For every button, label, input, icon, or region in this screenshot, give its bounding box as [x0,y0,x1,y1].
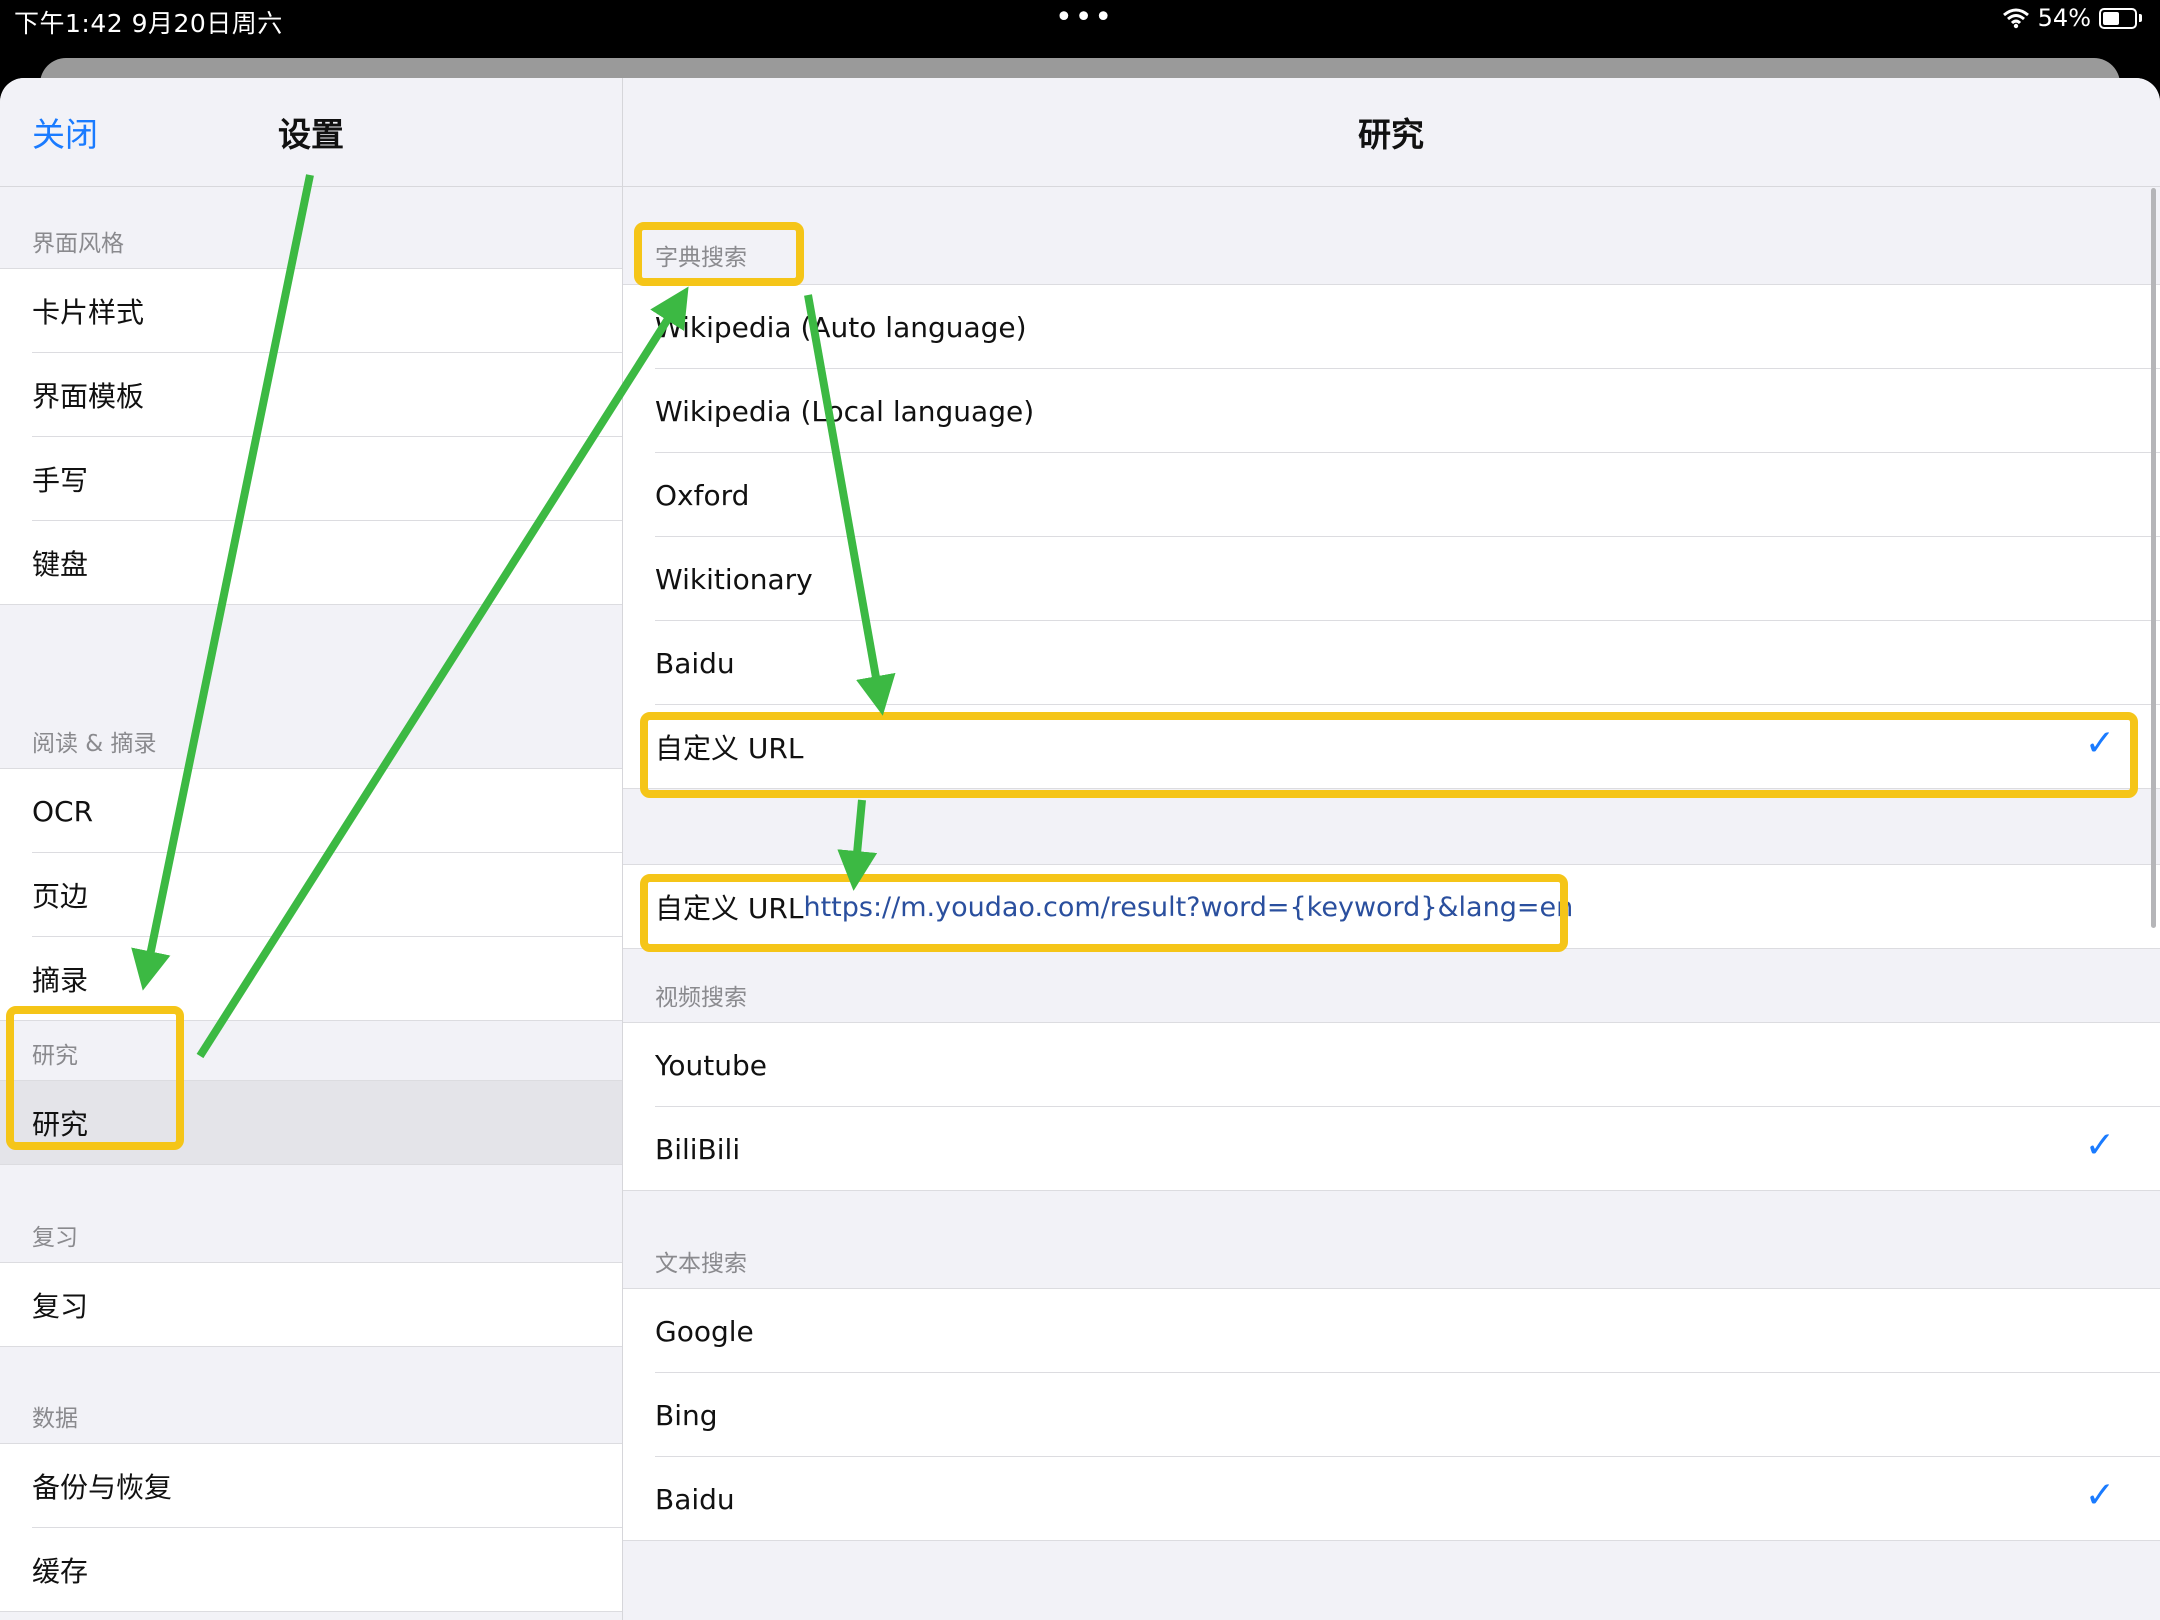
option-label: Wikipedia (Local language) [655,394,1035,428]
status-time-date: 下午1:42 9月20日周六 [14,9,283,38]
sidebar-item-cache[interactable]: 缓存 [0,1528,622,1612]
option-label: Baidu [655,646,735,680]
section-text-search: 文本搜索 Google Bing Baidu ✓ [623,1228,2160,1541]
sidebar-item-backup-restore[interactable]: 备份与恢复 [0,1444,622,1528]
sidebar-item-label: 摘录 [32,964,89,997]
option-label: Youtube [655,1048,767,1082]
sidebar-item-label: 页边 [32,880,89,913]
dictionary-option-wikitionary[interactable]: Wikitionary [623,537,2160,621]
wifi-icon [2002,8,2029,29]
option-label: Oxford [655,478,750,512]
sidebar-item-label: OCR [32,794,94,828]
highlight-custom-url-option [640,712,2138,798]
section-dictionary-search: 字典搜索 Wikipedia (Auto language) Wikipedia… [623,226,2160,789]
sidebar-item-handwriting[interactable]: 手写 [0,437,622,521]
sidebar-title: 设置 [278,115,344,154]
status-right: 54% [2002,4,2142,32]
option-label: Baidu [655,1482,735,1516]
section-interface-style: 界面风格 卡片样式 界面模板 手写 键盘 [0,208,622,605]
text-option-baidu[interactable]: Baidu ✓ [623,1457,2160,1541]
battery-tip [2139,14,2142,22]
sidebar-item-keyboard[interactable]: 键盘 [0,521,622,605]
section-header: 文本搜索 [655,1251,747,1277]
section-header: 阅读 & 摘录 [32,731,157,757]
dictionary-option-oxford[interactable]: Oxford [623,453,2160,537]
close-button[interactable]: 关闭 [32,108,98,156]
section-header: 数据 [32,1406,78,1432]
option-label: Bing [655,1398,718,1432]
sidebar-item-label: 缓存 [32,1555,89,1588]
battery-icon [2099,7,2137,29]
sidebar-item-label: 复习 [32,1290,89,1323]
section-data: 数据 备份与恢复 缓存 [0,1383,622,1612]
option-label: Google [655,1314,754,1348]
sidebar-item-label: 手写 [32,464,89,497]
sidebar-item-review[interactable]: 复习 [0,1263,622,1347]
highlight-research-sidebar [6,1006,184,1150]
sidebar-item-card-style[interactable]: 卡片样式 [0,269,622,353]
section-video-search: 视频搜索 Youtube BiliBili ✓ [623,962,2160,1191]
highlight-custom-url-value [640,874,1568,952]
text-option-bing[interactable]: Bing [623,1373,2160,1457]
video-option-youtube[interactable]: Youtube [623,1023,2160,1107]
section-review: 复习 复习 [0,1202,622,1347]
dictionary-option-wikipedia-local[interactable]: Wikipedia (Local language) [623,369,2160,453]
section-header: 界面风格 [32,231,124,257]
checkmark-icon: ✓ [2084,1475,2115,1516]
text-option-google[interactable]: Google [623,1289,2160,1373]
option-label: Wikipedia (Auto language) [655,310,1027,344]
sidebar-navbar: 关闭 设置 [0,78,622,187]
sidebar-item-interface-template[interactable]: 界面模板 [0,353,622,437]
sidebar-item-label: 备份与恢复 [32,1471,173,1504]
checkmark-icon: ✓ [2084,1125,2115,1166]
section-header: 字典搜索 [655,245,747,271]
highlight-dictionary-header [634,222,804,286]
sidebar-item-margin[interactable]: 页边 [0,853,622,937]
battery-percent: 54% [2037,4,2091,32]
dictionary-option-wikipedia-auto[interactable]: Wikipedia (Auto language) [623,285,2160,369]
sidebar-item-ocr[interactable]: OCR [0,769,622,853]
multitasking-dots-icon[interactable]: ••• [1055,0,1114,35]
option-label: Wikitionary [655,562,813,596]
section-reading-excerpt: 阅读 & 摘录 OCR 页边 摘录 [0,708,622,1021]
research-detail: 研究 字典搜索 Wikipedia (Auto language) Wikipe… [623,78,2160,1620]
status-bar: 下午1:42 9月20日周六 ••• 54% [0,0,2160,58]
dictionary-option-baidu[interactable]: Baidu [623,621,2160,705]
scrollbar[interactable] [2151,188,2156,928]
sidebar-item-label: 键盘 [32,548,89,581]
battery-fill [2103,11,2119,25]
option-label: BiliBili [655,1132,741,1166]
section-header: 复习 [32,1225,78,1251]
detail-navbar: 研究 [623,78,2160,187]
detail-title: 研究 [1358,115,1424,154]
sidebar-item-label: 卡片样式 [32,296,145,329]
sidebar-item-label: 界面模板 [32,380,145,413]
settings-sheet: 关闭 设置 界面风格 卡片样式 界面模板 手写 键盘 阅读 & 摘录 OCR 页… [0,78,2160,1620]
section-header: 视频搜索 [655,985,747,1011]
video-option-bilibili[interactable]: BiliBili ✓ [623,1107,2160,1191]
settings-sidebar: 关闭 设置 界面风格 卡片样式 界面模板 手写 键盘 阅读 & 摘录 OCR 页… [0,78,623,1620]
